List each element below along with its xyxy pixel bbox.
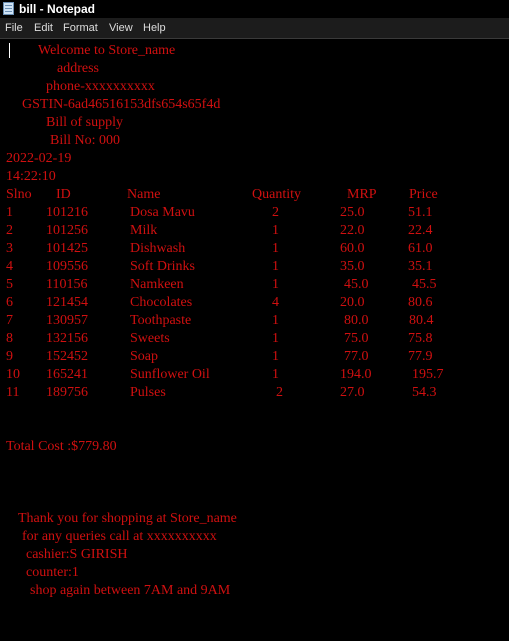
menu-help[interactable]: Help [143,18,166,38]
shop-hours-line: shop again between 7AM and 9AM [30,583,231,598]
cell-quantity: 4 [272,295,279,310]
cell-price: 80.4 [409,313,434,328]
cell-id: 101256 [46,223,88,238]
cell-id: 101425 [46,241,88,256]
cell-price: 51.1 [408,205,433,220]
cell-slno: 6 [6,295,13,310]
address-line: address [57,61,99,76]
cell-quantity: 1 [272,313,279,328]
cell-quantity: 1 [272,331,279,346]
cell-price: 195.7 [412,367,444,382]
counter-line: counter:1 [26,565,79,580]
cell-slno: 10 [6,367,20,382]
header-name: Name [127,187,161,202]
cell-name: Chocolates [130,295,193,310]
header-price: Price [409,187,438,202]
cell-slno: 11 [6,385,20,400]
text-caret [9,43,10,58]
cell-name: Milk [130,223,158,238]
cell-quantity: 1 [272,349,279,364]
welcome-line: Welcome to Store_name [38,43,176,58]
cell-name: Dishwash [130,241,186,256]
cell-id: 165241 [46,367,88,382]
cell-name: Toothpaste [130,313,192,328]
cell-id: 189756 [46,385,88,400]
menu-view[interactable]: View [109,18,133,38]
total-cost-line: Total Cost :$779.80 [6,439,117,454]
cell-slno: 5 [6,277,13,292]
cell-mrp: 22.0 [340,223,365,238]
cell-price: 75.8 [408,331,433,346]
cell-slno: 2 [6,223,13,238]
cell-name: Dosa Mavu [130,205,195,220]
text-editor-area[interactable]: Welcome to Store_name address phone-xxxx… [0,38,509,641]
phone-line: phone-xxxxxxxxxx [46,79,155,94]
cell-id: 101216 [46,205,88,220]
cell-id: 130957 [46,313,88,328]
cell-name: Soap [130,349,158,364]
cashier-line: cashier:S GIRISH [26,547,128,562]
menu-format[interactable]: Format [63,18,98,38]
cell-quantity: 1 [272,367,279,382]
cell-price: 45.5 [412,277,437,292]
header-quantity: Quantity [252,187,301,202]
queries-line: for any queries call at xxxxxxxxxx [22,529,217,544]
cell-name: Soft Drinks [130,259,195,274]
cell-price: 77.9 [408,349,433,364]
cell-mrp: 77.0 [344,349,369,364]
bill-of-supply-line: Bill of supply [46,115,124,130]
cell-slno: 7 [6,313,13,328]
cell-price: 61.0 [408,241,433,256]
cell-id: 132156 [46,331,88,346]
gstin-line: GSTIN-6ad46516153dfs654s65f4d [22,97,221,112]
window-title: bill - Notepad [19,2,95,16]
cell-mrp: 45.0 [344,277,369,292]
cell-price: 22.4 [408,223,433,238]
cell-quantity: 1 [272,259,279,274]
header-id: ID [56,187,71,202]
cell-slno: 3 [6,241,13,256]
date-line: 2022-02-19 [6,151,72,166]
cell-price: 54.3 [412,385,437,400]
time-line: 14:22:10 [6,169,56,184]
cell-slno: 8 [6,331,13,346]
cell-mrp: 20.0 [340,295,365,310]
cell-slno: 1 [6,205,13,220]
cell-name: Sunflower Oil [130,367,210,382]
cell-mrp: 75.0 [344,331,369,346]
cell-mrp: 194.0 [340,367,372,382]
thank-you-line: Thank you for shopping at Store_name [18,511,237,526]
notepad-window: bill - Notepad File Edit Format View Hel… [0,0,509,641]
cell-mrp: 35.0 [340,259,365,274]
cell-name: Pulses [130,385,166,400]
menu-bar: File Edit Format View Help [0,18,509,38]
cell-id: 152452 [46,349,88,364]
cell-quantity: 2 [272,205,279,220]
cell-mrp: 80.0 [344,313,369,328]
bill-number-line: Bill No: 000 [50,133,121,148]
notepad-icon [3,2,14,15]
cell-mrp: 60.0 [340,241,365,256]
cell-id: 121454 [46,295,88,310]
cell-mrp: 25.0 [340,205,365,220]
cell-price: 35.1 [408,259,433,274]
cell-quantity: 1 [272,277,279,292]
menu-edit[interactable]: Edit [34,18,53,38]
cell-quantity: 2 [276,385,283,400]
cell-quantity: 1 [272,223,279,238]
header-mrp: MRP [347,187,377,202]
cell-id: 110156 [46,277,88,292]
menu-file[interactable]: File [5,18,23,38]
cell-quantity: 1 [272,241,279,256]
cell-mrp: 27.0 [340,385,365,400]
header-slno: Slno [6,187,32,202]
cell-slno: 9 [6,349,13,364]
cell-price: 80.6 [408,295,433,310]
title-bar[interactable]: bill - Notepad [0,0,509,18]
cell-name: Namkeen [130,277,184,292]
cell-slno: 4 [6,259,13,274]
cell-id: 109556 [46,259,88,274]
cell-name: Sweets [130,331,170,346]
